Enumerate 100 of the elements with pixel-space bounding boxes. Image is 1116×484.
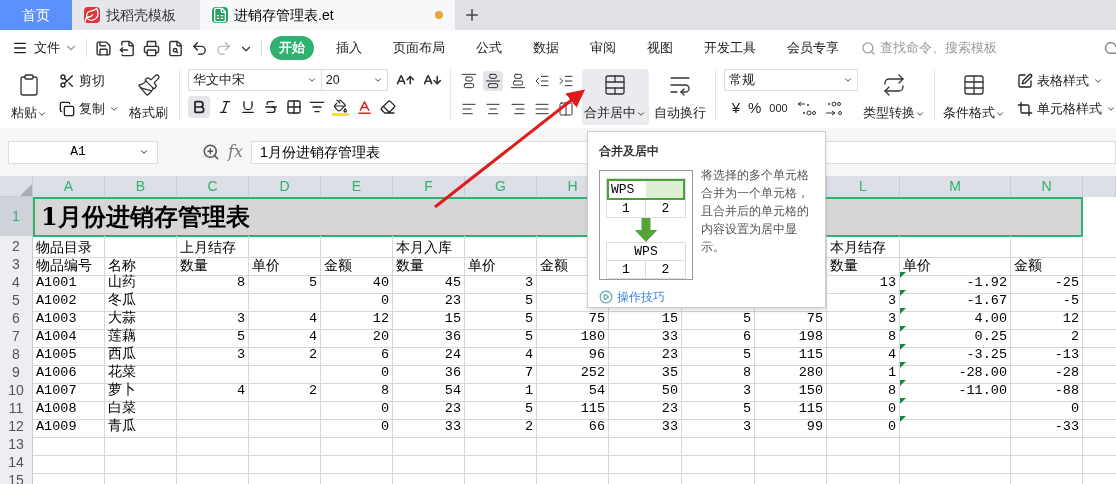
table-cell: 8 [321,380,393,402]
table-cell: -25 [1011,272,1083,294]
table-cell: 20 [321,326,393,348]
table-cell: 0 [321,398,393,420]
table-cell: 54 [393,380,465,402]
table-cell: 5 [682,398,755,420]
table-cell: 35 [609,362,682,384]
table-cell: 6 [321,344,393,366]
table-cell: 单价 [249,254,321,276]
table-cell: A1007 [33,380,105,402]
table-cell: 4 [177,380,249,402]
table-cell: 青瓜 [105,416,177,438]
function-label: fx [228,141,243,163]
table-cell: 5 [177,326,249,348]
table-cell: 36 [393,326,465,348]
example-cell: 1 [607,200,646,217]
table-cell: 36 [393,362,465,384]
table-cell: 252 [537,362,609,384]
table-cell: 150 [755,380,827,402]
table-cell: 50 [609,380,682,402]
table-cell: 金额 [1011,254,1083,276]
example-cell-text: 2 [660,200,671,217]
table-cell: 5 [465,398,537,420]
table-cell: 5 [682,344,755,366]
table-cell: A1009 [33,416,105,438]
table-cell: 3 [682,380,755,402]
table-cell: 上月结存 [177,236,249,258]
table-cell: 0 [321,290,393,312]
table-cell: 24 [393,344,465,366]
example-cell: 1 [607,261,646,278]
table-cell: 33 [393,416,465,438]
table-cell: 1 [465,380,537,402]
table-cell: 2 [249,344,321,366]
table-cell: 8 [682,362,755,384]
table-cell: A1003 [33,308,105,330]
table-cell: A1005 [33,344,105,366]
table-cell: -28 [1011,362,1083,384]
table-cell: 115 [755,398,827,420]
example-cell: WPS [607,179,646,200]
table-cell: 54 [537,380,609,402]
table-cell: 物品编号 [33,254,105,276]
table-cell: 45 [393,272,465,294]
table-cell: 3 [682,416,755,438]
table-cell: 5 [465,326,537,348]
table-cell: 7 [465,362,537,384]
table-cell: A1002 [33,290,105,312]
table-cell: 数量 [393,254,465,276]
table-cell: 115 [755,344,827,366]
table-cell: -13 [1011,344,1083,366]
table-cell: 0 [321,416,393,438]
table-cell: 2 [249,380,321,402]
table-cell: A1006 [33,362,105,384]
table-cell: 15 [393,308,465,330]
table-cell: A1008 [33,398,105,420]
table-cell: 280 [755,362,827,384]
table-cell: -33 [1011,416,1083,438]
table-cell: 99 [755,416,827,438]
table-cell: 0 [321,362,393,384]
table-cell: 6 [682,326,755,348]
table-cell: 23 [393,398,465,420]
table-cell: 2 [1011,326,1083,348]
table-cell: 本月结存 [827,236,900,258]
table-cell: 3 [177,344,249,366]
table-cell: 12 [321,308,393,330]
table-cell: -5 [1011,290,1083,312]
table-cell: 40 [321,272,393,294]
table-cell: 3 [465,272,537,294]
table-cell: 数量 [177,254,249,276]
table-cell: 198 [755,326,827,348]
table-cell: 115 [537,398,609,420]
table-cell: 23 [609,344,682,366]
table-cell: -88 [1011,380,1083,402]
table-cell: 23 [393,290,465,312]
table-cell: 12 [1011,308,1083,330]
example-cell: WPS [607,243,685,261]
table-cell: 4 [249,326,321,348]
table-cell: 5 [465,308,537,330]
table-cell: 180 [537,326,609,348]
table-cell: 本月入库 [393,236,465,258]
table-cell: 数量 [827,254,900,276]
tooltip-title: 合并及居中 [599,143,660,160]
table-cell: 33 [609,326,682,348]
table-cell: 物品目录 [33,236,105,258]
table-cell: A1001 [33,272,105,294]
table-cell: 4 [249,308,321,330]
table-cell: 66 [537,416,609,438]
table-cell: A1004 [33,326,105,348]
table-cell: 0 [827,416,900,438]
table-cell: 金额 [321,254,393,276]
table-cell: 4 [465,344,537,366]
table-cell: 23 [609,398,682,420]
table-cell: 8 [177,272,249,294]
table-cell: 5 [465,290,537,312]
example-cell-text: 2 [660,261,671,278]
table-cell: 3 [177,308,249,330]
table-cell: 96 [537,344,609,366]
table-cell: 5 [249,272,321,294]
table-cell: 33 [609,416,682,438]
table-cell: 单价 [465,254,537,276]
table-cell: 0 [1011,398,1083,420]
